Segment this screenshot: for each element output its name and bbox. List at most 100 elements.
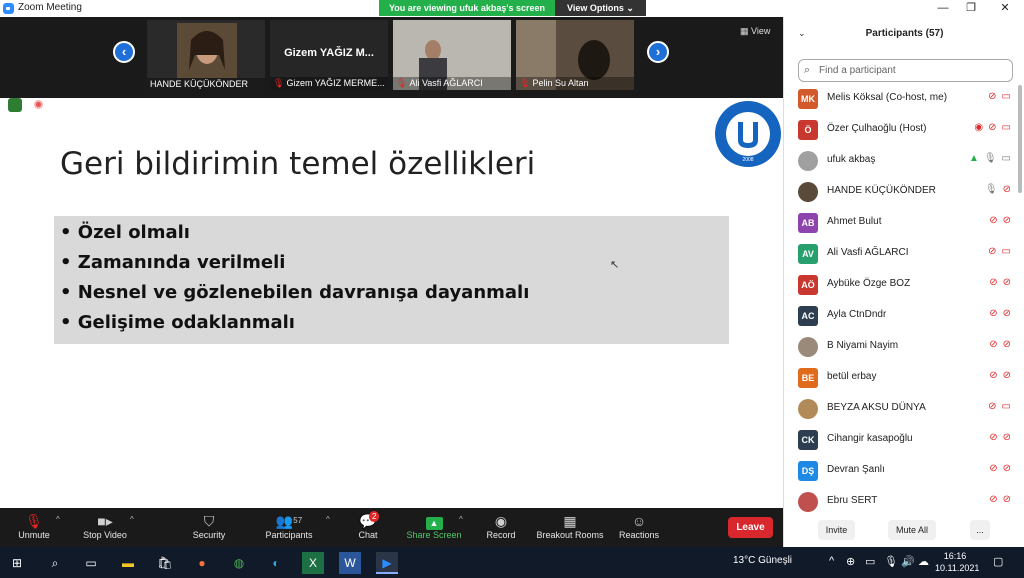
panel-footer: Invite Mute All ... [784, 517, 1024, 547]
video-options-caret[interactable]: ^ [130, 515, 134, 524]
participant-row[interactable]: HANDE KÜÇÜKÖNDER 🎙 ⊘ [784, 176, 1017, 207]
video-tile[interactable]: HANDE KÜÇÜKÖNDER [147, 20, 265, 90]
mic-off-icon: ⊘ [989, 494, 998, 505]
video-off-icon: ⊘ [1002, 277, 1011, 288]
video-tile[interactable]: 🎙 Pelin Su Altan [516, 20, 634, 90]
participant-row[interactable]: AC Ayla CtnDndr ⊘ ⊘ [784, 300, 1017, 331]
participant-name: ufuk akbaş [827, 154, 876, 165]
participant-row[interactable]: Ö Özer Çulhaoğlu (Host) ◉ ⊘ ▭ [784, 114, 1017, 145]
university-logo: 2008 [715, 101, 781, 167]
participant-row[interactable]: AB Ahmet Bulut ⊘ ⊘ [784, 207, 1017, 238]
avatar: AV [798, 244, 818, 264]
participant-row[interactable]: MK Melis Köksal (Co-host, me) ⊘ ▭ [784, 83, 1017, 114]
participant-status-icons: ⊘ ⊘ [984, 494, 1011, 505]
prev-page-button[interactable]: ‹ [113, 41, 135, 63]
breakout-rooms-button[interactable]: ▦ Breakout Rooms [536, 512, 604, 540]
mic-off-icon: 🎙 [396, 78, 408, 88]
participant-name: Cihangir kasapoğlu [827, 433, 913, 444]
participant-status-icons: ⊘ ⊘ [984, 277, 1011, 288]
search-icon[interactable]: ⌕ [44, 552, 66, 574]
mic-off-icon: ⊘ [989, 370, 998, 381]
stop-video-button[interactable]: ■▸ Stop Video [80, 512, 130, 540]
participant-row[interactable]: CK Cihangir kasapoğlu ⊘ ⊘ [784, 424, 1017, 455]
share-screen-button[interactable]: ▲ Share Screen [406, 512, 462, 540]
video-off-icon: ⊘ [1002, 339, 1011, 350]
participants-button[interactable]: 👥57 Participants [262, 512, 316, 540]
minimize-button[interactable]: — [928, 0, 958, 17]
invite-button[interactable]: Invite [818, 520, 855, 540]
weather-widget[interactable]: 13°C Güneşli [733, 555, 792, 566]
participant-row[interactable]: DŞ Devran Şanlı ⊘ ⊘ [784, 455, 1017, 486]
video-tile[interactable]: Gizem YAĞIZ M... 🎙 Gizem YAĞIZ MERME... [270, 20, 388, 90]
unmute-button[interactable]: 🎙 Unmute [14, 512, 54, 540]
slide-bullet: • Nesnel ve gözlenebilen davranışa dayan… [60, 282, 530, 303]
viewing-message: You are viewing ufuk akbaş's screen [379, 0, 555, 16]
participant-row[interactable]: ufuk akbaş ▲ 🎙 ▭ [784, 145, 1017, 176]
video-off-icon: ⊘ [1002, 432, 1011, 443]
word-icon[interactable]: W [339, 552, 361, 574]
chevron-up-icon[interactable]: ^ [829, 555, 834, 567]
clock-time: 16:16 [943, 551, 967, 561]
maximize-button[interactable]: ❐ [956, 0, 986, 17]
slide-bullet: • Gelişime odaklanmalı [60, 312, 295, 333]
participant-list-scrollbar[interactable] [1017, 83, 1023, 513]
video-on-icon: ▭ [1001, 122, 1011, 133]
store-icon[interactable]: 🛍 [154, 552, 176, 574]
reactions-button[interactable]: ☺ Reactions [618, 512, 660, 540]
participant-row[interactable]: BE betül erbay ⊘ ⊘ [784, 362, 1017, 393]
panel-title: Participants (57) [865, 28, 944, 39]
search-icon: ⌕ [804, 64, 811, 76]
task-view-icon[interactable]: ▭ [80, 552, 102, 574]
excel-icon[interactable]: X [302, 552, 324, 574]
close-button[interactable]: ✕ [990, 0, 1020, 17]
participant-search-input[interactable]: ⌕ Find a participant [798, 59, 1013, 82]
network-icon[interactable]: ▭ [865, 555, 875, 568]
audio-options-caret[interactable]: ^ [56, 515, 60, 524]
participant-row[interactable]: BEYZA AKSU DÜNYA ⊘ ▭ [784, 393, 1017, 424]
avatar: DŞ [798, 461, 818, 481]
firefox-icon[interactable]: ● [191, 552, 213, 574]
mute-all-button[interactable]: Mute All [888, 520, 936, 540]
next-page-button[interactable]: › [647, 41, 669, 63]
participant-status-icons: ⊘ ▭ [983, 91, 1011, 102]
cloud-icon[interactable]: ☁ [918, 555, 929, 568]
mic-off-icon: ⊘ [988, 401, 997, 412]
logo-year: 2008 [742, 157, 753, 163]
avatar: AC [798, 306, 818, 326]
video-tile-name: Gizem YAĞIZ MERME... [286, 78, 385, 88]
video-tile[interactable]: 🎙 Ali Vasfi AĞLARCI [393, 20, 511, 90]
more-options-button[interactable]: ... [970, 520, 990, 540]
view-options-button[interactable]: View Options ⌄ [555, 0, 646, 16]
recording-icon: ◉ [974, 122, 984, 133]
participant-name: BEYZA AKSU DÜNYA [827, 402, 926, 413]
avatar: Ö [798, 120, 818, 140]
view-button[interactable]: ▦ View [740, 26, 770, 37]
windows-start-icon[interactable]: ⊞ [6, 552, 28, 574]
participant-row[interactable]: Ebru SERT ⊘ ⊘ [784, 486, 1017, 513]
video-on-icon: ▭ [1001, 91, 1011, 102]
slide-bullet-box: • Özel olmalı • Zamanında verilmeli • Ne… [54, 216, 729, 344]
zoom-app-icon [3, 3, 14, 14]
grid-icon: ▦ [740, 26, 752, 36]
notification-icon[interactable]: ▢ [993, 555, 1003, 568]
video-tile-name: Pelin Su Altan [532, 78, 589, 88]
mic-on-icon: 🎙 [983, 153, 997, 164]
participant-row[interactable]: AV Ali Vasfi AĞLARCI ⊘ ▭ [784, 238, 1017, 269]
scrollbar-thumb[interactable] [1018, 85, 1022, 193]
system-clock[interactable]: 16:16 10.11.2021 [935, 550, 979, 574]
participant-row[interactable]: B Niyami Nayim ⊘ ⊘ [784, 331, 1017, 362]
language-icon[interactable]: ⊕ [846, 555, 855, 568]
security-button[interactable]: ⛉ Security [188, 512, 230, 540]
chrome-icon[interactable]: ◍ [228, 552, 250, 574]
edge-icon[interactable]: ◐ [265, 552, 287, 574]
share-options-caret[interactable]: ^ [459, 515, 463, 524]
zoom-taskbar-icon[interactable]: ▶ [376, 552, 398, 574]
participant-row[interactable]: AÖ Aybüke Özge BOZ ⊘ ⊘ [784, 269, 1017, 300]
participants-options-caret[interactable]: ^ [326, 515, 330, 524]
volume-icon[interactable]: 🔊 [901, 555, 915, 568]
microphone-icon[interactable]: 🎙 [884, 555, 898, 568]
file-explorer-icon[interactable]: ▬ [117, 552, 139, 574]
viewing-banner: You are viewing ufuk akbaş's screen View… [379, 0, 646, 16]
record-button[interactable]: ◉ Record [485, 512, 517, 540]
leave-button[interactable]: Leave [728, 517, 773, 538]
